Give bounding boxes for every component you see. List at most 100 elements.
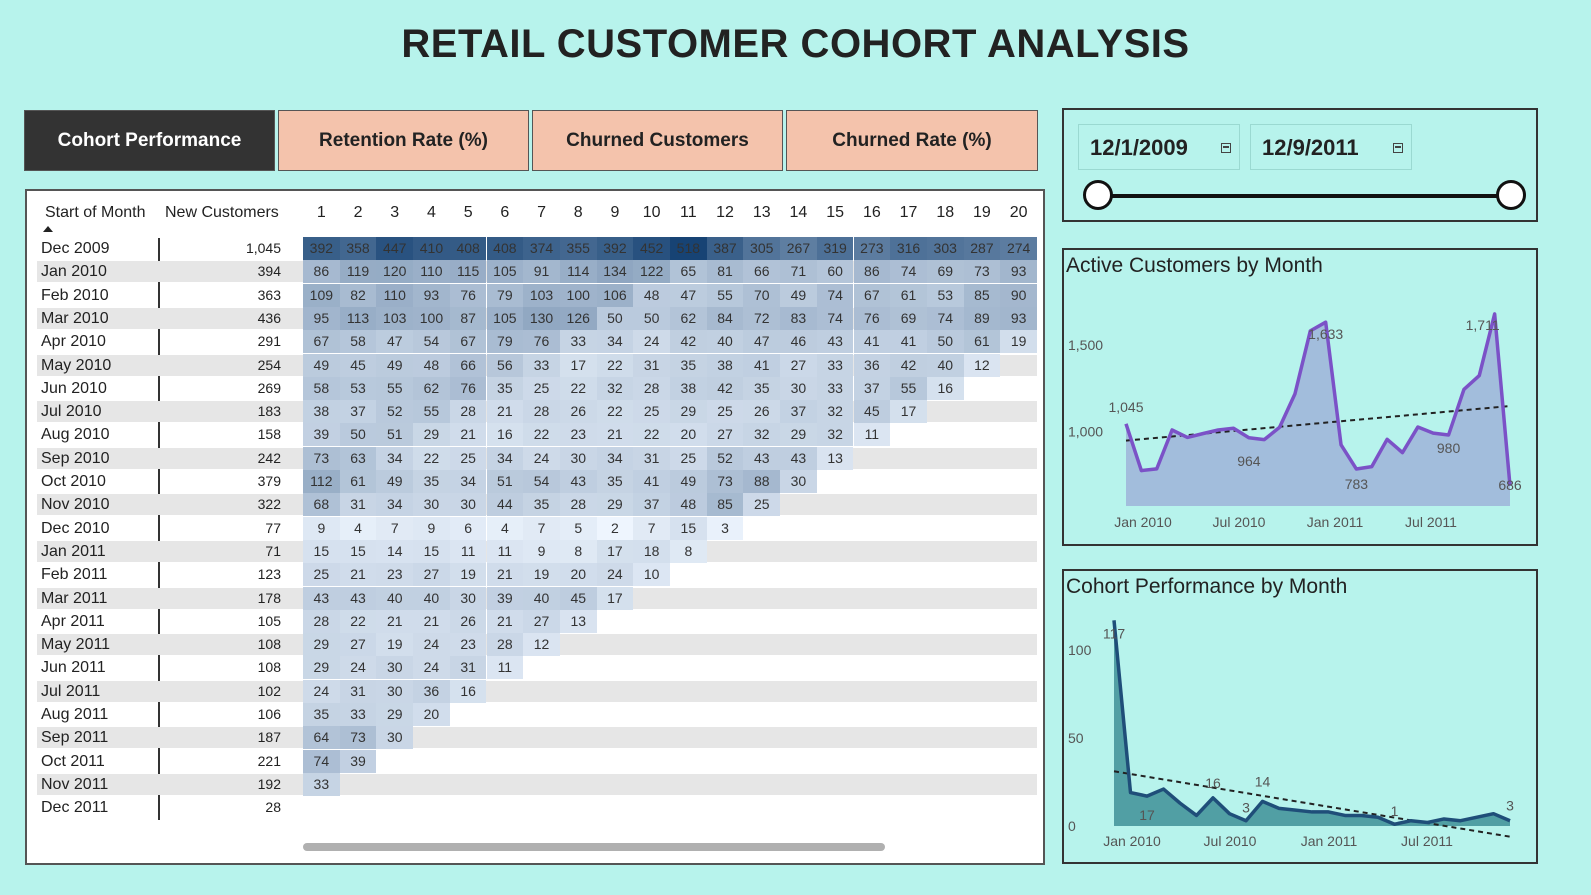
cohort-cell[interactable]: 35: [596, 470, 634, 493]
cohort-cell[interactable]: 79: [486, 330, 524, 354]
cohort-cell[interactable]: 74: [816, 283, 854, 307]
cohort-cell[interactable]: 36: [413, 679, 450, 703]
cohort-cell[interactable]: 11: [486, 656, 524, 680]
cohort-cell[interactable]: 51: [376, 423, 414, 447]
cohort-cell[interactable]: 26: [559, 400, 597, 424]
cohort-cell[interactable]: 29: [303, 633, 340, 657]
cohort-cell[interactable]: 21: [413, 609, 450, 633]
cohort-cell[interactable]: 41: [890, 330, 927, 354]
cohort-cell[interactable]: 72: [743, 306, 781, 330]
cohort-cell[interactable]: 95: [303, 306, 340, 330]
cohort-cell[interactable]: 49: [376, 470, 414, 493]
cohort-cell[interactable]: 316: [890, 237, 927, 260]
cohort-cell[interactable]: 408: [486, 237, 524, 260]
cohort-cell[interactable]: 30: [376, 679, 414, 703]
cohort-cell[interactable]: 50: [633, 306, 670, 330]
cohort-cell[interactable]: 44: [486, 493, 524, 517]
cohort-cell[interactable]: 32: [816, 423, 854, 447]
cohort-cell[interactable]: 73: [339, 726, 377, 750]
slider-end-handle[interactable]: [1496, 180, 1526, 210]
cohort-cell[interactable]: 20: [413, 703, 450, 726]
cohort-cell[interactable]: 109: [303, 283, 340, 307]
cohort-cell[interactable]: 2: [596, 516, 634, 540]
cohort-cell[interactable]: 43: [559, 470, 597, 493]
cohort-cell[interactable]: 21: [339, 563, 377, 587]
start-date-input[interactable]: 12/1/2009: [1078, 124, 1240, 170]
cohort-cell[interactable]: 34: [486, 446, 524, 470]
cohort-cell[interactable]: 29: [670, 400, 707, 424]
cohort-cell[interactable]: 28: [303, 609, 340, 633]
row-start-month[interactable]: May 2011: [41, 636, 110, 654]
col-header-new-customers[interactable]: New Customers: [165, 204, 279, 222]
cohort-cell[interactable]: 24: [413, 656, 450, 680]
cohort-cell[interactable]: 31: [339, 679, 377, 703]
cohort-cell[interactable]: 93: [1000, 306, 1037, 330]
cohort-cell[interactable]: 49: [376, 353, 414, 377]
cohort-cell[interactable]: 130: [523, 306, 560, 330]
cohort-cell[interactable]: 24: [303, 679, 340, 703]
cohort-cell[interactable]: 50: [596, 306, 634, 330]
cohort-cell[interactable]: 73: [303, 446, 340, 470]
cohort-cell[interactable]: 25: [523, 376, 560, 400]
cohort-cell[interactable]: 48: [633, 283, 670, 307]
cohort-cell[interactable]: 110: [376, 283, 414, 307]
row-start-month[interactable]: Apr 2010: [41, 333, 106, 351]
cohort-cell[interactable]: 8: [670, 539, 707, 563]
cohort-cell[interactable]: 29: [780, 423, 817, 447]
cohort-cell[interactable]: 35: [413, 470, 450, 493]
cohort-cell[interactable]: 34: [376, 446, 414, 470]
cohort-cell[interactable]: 319: [816, 237, 854, 260]
period-header[interactable]: 17: [890, 204, 927, 222]
cohort-cell[interactable]: 61: [963, 330, 1001, 354]
cohort-cell[interactable]: 40: [706, 330, 744, 354]
cohort-cell[interactable]: 28: [633, 376, 670, 400]
cohort-cell[interactable]: 50: [339, 423, 377, 447]
cohort-cell[interactable]: 25: [743, 493, 781, 517]
cohort-cell[interactable]: 25: [706, 400, 744, 424]
cohort-cell[interactable]: 9: [303, 516, 340, 540]
period-header[interactable]: 1: [303, 204, 340, 222]
cohort-cell[interactable]: 29: [376, 703, 414, 726]
cohort-cell[interactable]: 7: [523, 516, 560, 540]
cohort-cell[interactable]: 76: [449, 283, 487, 307]
cohort-cell[interactable]: 22: [596, 353, 634, 377]
cohort-cell[interactable]: 74: [303, 749, 340, 773]
cohort-cell[interactable]: 25: [449, 446, 487, 470]
cohort-cell[interactable]: 12: [963, 353, 1001, 377]
cohort-cell[interactable]: 24: [413, 633, 450, 657]
period-header[interactable]: 20: [1000, 204, 1037, 222]
cohort-cell[interactable]: 16: [926, 376, 964, 400]
cohort-cell[interactable]: 47: [670, 283, 707, 307]
cohort-cell[interactable]: 88: [743, 470, 781, 493]
slider-start-handle[interactable]: [1083, 180, 1113, 210]
cohort-cell[interactable]: 115: [449, 260, 487, 284]
cohort-cell[interactable]: 27: [706, 423, 744, 447]
row-start-month[interactable]: Jul 2010: [41, 403, 102, 421]
cohort-cell[interactable]: 27: [339, 633, 377, 657]
cohort-cell[interactable]: 49: [303, 353, 340, 377]
cohort-cell[interactable]: 374: [523, 237, 560, 260]
cohort-cell[interactable]: 4: [339, 516, 377, 540]
cohort-cell[interactable]: 43: [816, 330, 854, 354]
cohort-cell[interactable]: 28: [449, 400, 487, 424]
cohort-cell[interactable]: 17: [596, 586, 634, 610]
cohort-cell[interactable]: 70: [743, 283, 781, 307]
cohort-cell[interactable]: 22: [339, 609, 377, 633]
cohort-cell[interactable]: 7: [633, 516, 670, 540]
cohort-cell[interactable]: 23: [376, 563, 414, 587]
cohort-cell[interactable]: 66: [449, 353, 487, 377]
cohort-cell[interactable]: 74: [926, 306, 964, 330]
cohort-cell[interactable]: 40: [523, 586, 560, 610]
cohort-cell[interactable]: 90: [1000, 283, 1037, 307]
cohort-cell[interactable]: 13: [816, 446, 854, 470]
cohort-cell[interactable]: 40: [376, 586, 414, 610]
cohort-cell[interactable]: 79: [486, 283, 524, 307]
row-start-month[interactable]: Mar 2010: [41, 310, 109, 328]
cohort-cell[interactable]: 20: [559, 563, 597, 587]
cohort-cell[interactable]: 16: [449, 679, 487, 703]
cohort-cell[interactable]: 27: [523, 609, 560, 633]
period-header[interactable]: 6: [487, 204, 524, 222]
period-header[interactable]: 5: [450, 204, 487, 222]
cohort-cell[interactable]: 25: [303, 563, 340, 587]
cohort-cell[interactable]: 21: [486, 609, 524, 633]
